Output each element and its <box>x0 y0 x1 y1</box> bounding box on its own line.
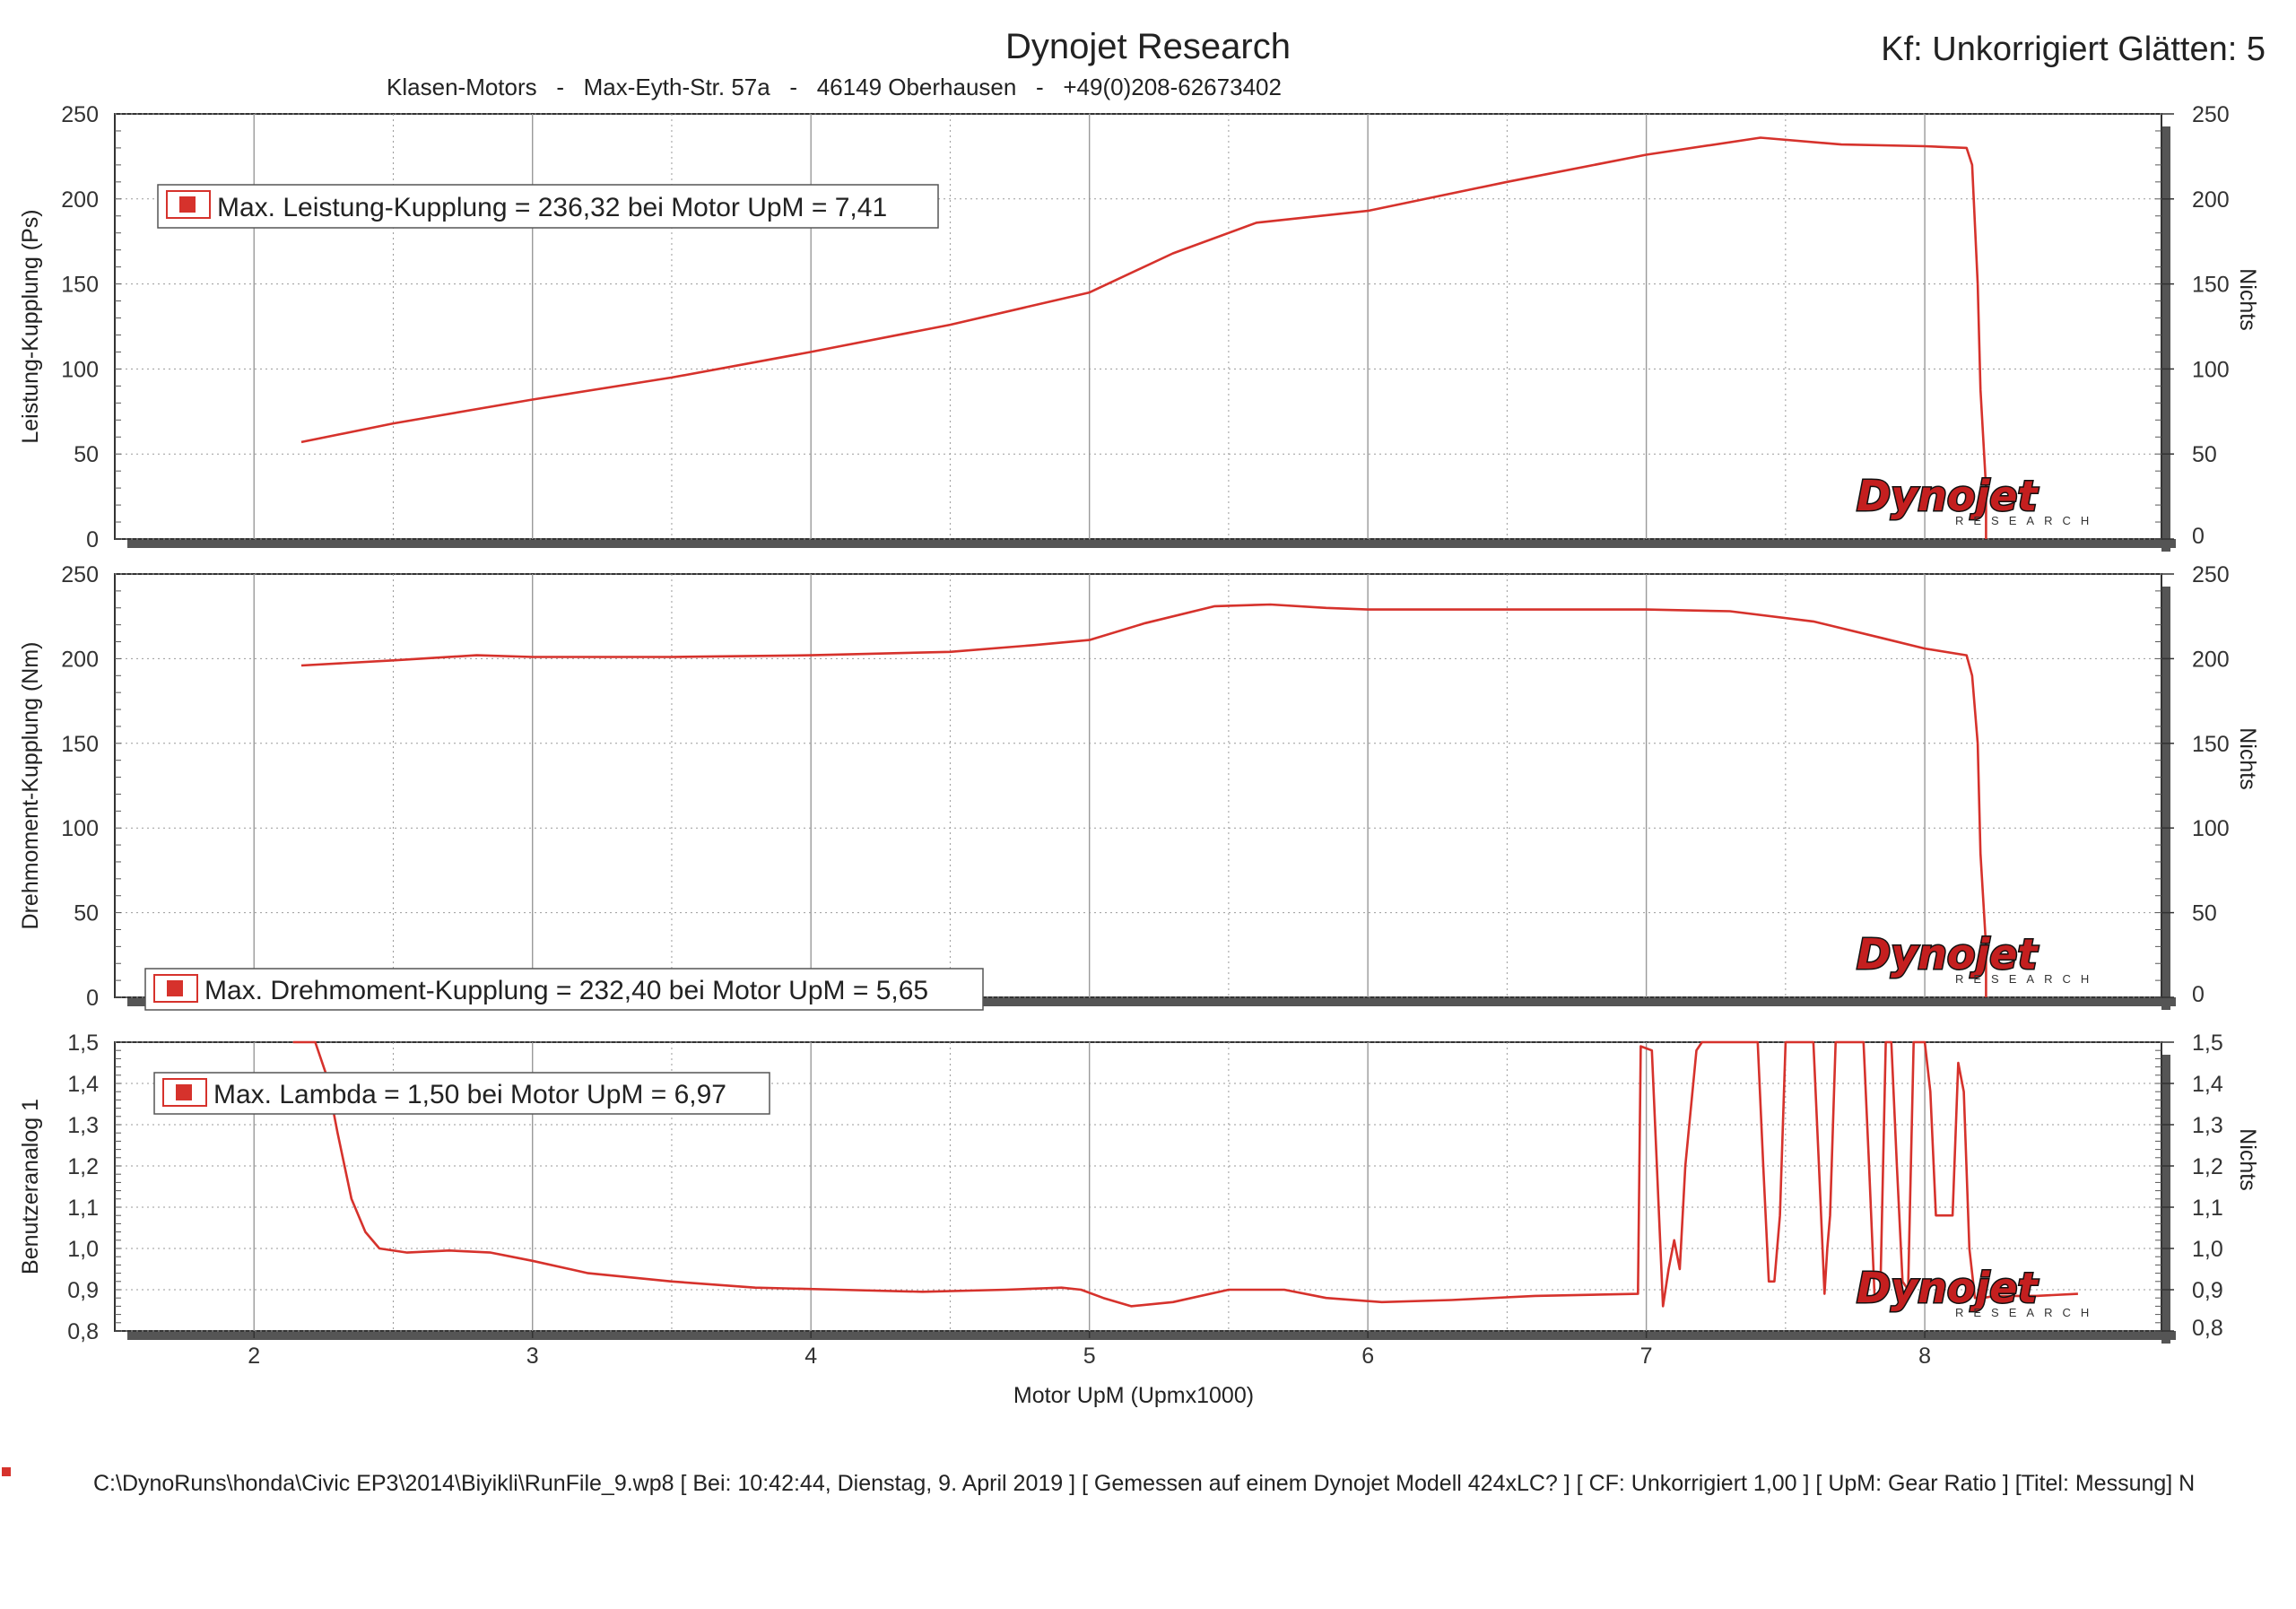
legend-swatch <box>167 980 183 996</box>
chart-panel-3: 0,8 0,8 0,9 0,9 1,0 1,0 1,1 1,1 1,2 1,2 1,3 1,3 1,4 1… <box>18 1031 2260 1408</box>
x-tick-label: 3 <box>526 1344 539 1369</box>
y-tick-label-right: 1,0 <box>2192 1237 2223 1262</box>
dyno-charts: 0 050 50100 100150 150200 200250 250Leistung-K… <box>18 102 2260 1408</box>
legend-text: Max. Leistung-Kupplung = 236,32 bei Moto… <box>217 193 887 222</box>
y-axis-title: Drehmoment-Kupplung (Nm) <box>18 642 43 930</box>
y-tick-label-right: 150 <box>2192 732 2230 757</box>
plot-frame <box>114 113 2162 540</box>
dyno-report-page: Dynojet Research Klasen-Motors - Max-Eyt… <box>0 0 2296 1609</box>
footer-marker <box>2 1467 11 1476</box>
y-tick-label-left: 200 <box>61 647 99 672</box>
y-tick-label-right: 200 <box>2192 187 2230 213</box>
y-tick-label-left: 50 <box>74 901 99 926</box>
y-tick-label-left: 150 <box>61 732 99 757</box>
x-axis-title: Motor UpM (Upmx1000) <box>1013 1383 1254 1408</box>
panel-shadow-right <box>2161 1055 2170 1344</box>
y-tick-label-right: 50 <box>2192 901 2217 926</box>
y-axis-title-right: Nichts <box>2235 727 2260 789</box>
y-tick-label-right: 1,2 <box>2192 1154 2223 1179</box>
dynojet-logo-sub: RESEARCH <box>1955 514 2099 527</box>
y-tick-label-right: 50 <box>2192 442 2217 467</box>
dynojet-logo: Dynojet <box>1857 472 2039 520</box>
panel-shadow-right <box>2161 587 2170 1010</box>
panel-shadow <box>127 1331 2176 1340</box>
y-tick-label-left: 0,8 <box>67 1319 99 1344</box>
y-tick-label-left: 100 <box>61 816 99 841</box>
y-axis-title-right: Nichts <box>2235 1128 2260 1190</box>
x-tick-label: 6 <box>1361 1344 1374 1369</box>
y-tick-label-right: 1,3 <box>2192 1113 2223 1138</box>
panel-shadow-right <box>2161 126 2170 552</box>
legend-swatch <box>176 1084 192 1100</box>
y-tick-label-right: 100 <box>2192 816 2230 841</box>
plot-frame <box>114 573 2162 998</box>
y-tick-label-right: 0 <box>2192 524 2205 549</box>
y-tick-label-left: 1,5 <box>67 1031 99 1056</box>
y-tick-label-right: 0,9 <box>2192 1278 2223 1303</box>
y-axis-title-right: Nichts <box>2235 268 2260 330</box>
y-tick-label-left: 0 <box>86 527 99 552</box>
y-tick-label-right: 200 <box>2192 647 2230 672</box>
y-tick-label-left: 150 <box>61 273 99 298</box>
legend-text: Max. Drehmoment-Kupplung = 232,40 bei Mo… <box>204 976 928 1005</box>
y-tick-label-right: 0 <box>2192 982 2205 1007</box>
y-tick-label-right: 0,8 <box>2192 1316 2223 1341</box>
y-tick-label-right: 1,1 <box>2192 1196 2223 1221</box>
y-tick-label-left: 0,9 <box>67 1278 99 1303</box>
y-tick-label-left: 50 <box>74 442 99 467</box>
y-tick-label-left: 1,0 <box>67 1237 99 1262</box>
chart-panel-2: 0 0 50 50 100 100 150 150 200 200 250 250 Drehmoment… <box>18 562 2260 1011</box>
x-tick-label: 4 <box>804 1344 817 1369</box>
y-tick-label-left: 1,4 <box>67 1072 99 1097</box>
y-tick-label-left: 1,2 <box>67 1154 99 1179</box>
y-tick-label-left: 1,3 <box>67 1113 99 1138</box>
x-tick-label: 7 <box>1640 1344 1653 1369</box>
y-tick-label-right: 1,5 <box>2192 1031 2223 1056</box>
dynojet-logo: Dynojet <box>1857 1264 2039 1312</box>
run-file-info: C:\DynoRuns\honda\Civic EP3\2014\Biyikli… <box>93 1471 2196 1496</box>
x-tick-label: 8 <box>1918 1344 1931 1369</box>
y-tick-label-left: 250 <box>61 562 99 587</box>
x-tick-label: 2 <box>248 1344 260 1369</box>
y-axis-title: Benutzeranalog 1 <box>18 1099 43 1274</box>
legend-swatch <box>179 196 196 213</box>
y-tick-label-left: 100 <box>61 357 99 382</box>
dynojet-logo: Dynojet <box>1857 930 2039 978</box>
y-tick-label-right: 100 <box>2192 357 2230 382</box>
y-tick-label-right: 1,4 <box>2192 1072 2223 1097</box>
y-tick-label-left: 250 <box>61 102 99 127</box>
dynojet-logo-sub: RESEARCH <box>1955 1306 2099 1319</box>
legend-text: Max. Lambda = 1,50 bei Motor UpM = 6,97 <box>213 1080 726 1109</box>
y-tick-label-right: 150 <box>2192 273 2230 298</box>
x-tick-label: 5 <box>1083 1344 1096 1369</box>
y-axis-title: Leistung-Kupplung (Ps) <box>18 209 43 443</box>
y-tick-label-left: 200 <box>61 187 99 213</box>
y-tick-label-right: 250 <box>2192 562 2230 587</box>
chart-panel-1: 0 0 50 50 100 100 150 150 200 200 250 250 Leistung-K… <box>18 102 2260 552</box>
dynojet-logo-sub: RESEARCH <box>1955 972 2099 986</box>
y-tick-label-left: 0 <box>86 986 99 1011</box>
y-tick-label-right: 250 <box>2192 102 2230 127</box>
y-tick-label-left: 1,1 <box>67 1196 99 1221</box>
panel-shadow <box>127 539 2176 548</box>
